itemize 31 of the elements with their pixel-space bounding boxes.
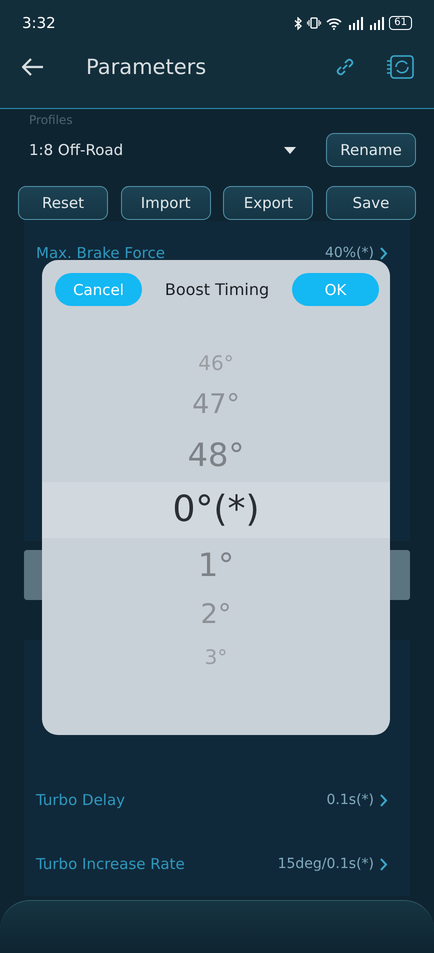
link-icon[interactable] xyxy=(334,56,356,78)
action-button[interactable]: Save xyxy=(326,186,416,220)
rename-button[interactable]: Rename xyxy=(326,133,416,167)
action-button[interactable]: Import xyxy=(120,186,211,220)
chip-refresh-icon[interactable] xyxy=(386,55,416,79)
chevron-icon xyxy=(380,246,388,260)
profile-dropdown[interactable]: 1:8 Off-Road xyxy=(18,141,300,159)
signal-icon xyxy=(347,16,364,30)
action-button[interactable]: Reset xyxy=(18,186,108,220)
chevron-icon xyxy=(380,858,388,870)
parameter-label: Turbo Delay xyxy=(36,791,126,809)
parameter-label: Turbo Increase Rate xyxy=(36,855,185,873)
caret-icon xyxy=(284,146,296,154)
parameter-row[interactable]: Turbo Increase Rate 15deg/0.1s(*) xyxy=(24,832,410,896)
parameter-label: Max. Brake Force xyxy=(36,244,165,262)
parameter-value: 15deg/0.1s(*) xyxy=(278,856,374,872)
status-time: 3:32 xyxy=(22,14,56,32)
parameter-value: 0.1s(*) xyxy=(326,792,374,808)
bluetooth-icon xyxy=(294,16,304,30)
page-title: Parameters xyxy=(86,55,208,79)
back-icon[interactable] xyxy=(22,58,44,76)
chevron-icon xyxy=(380,794,388,806)
battery-indicator: 61 xyxy=(389,16,412,30)
parameter-value: 40%(*) xyxy=(324,245,374,261)
wifi-icon xyxy=(325,16,344,30)
signal-icon xyxy=(368,16,386,30)
vibrate-icon xyxy=(307,17,322,29)
parameter-row[interactable]: Turbo Delay 0.1s(*) xyxy=(24,768,410,832)
profiles-label: Profiles xyxy=(29,113,74,127)
picker-option[interactable]: 0°(*) xyxy=(172,489,260,530)
action-button[interactable]: Export xyxy=(223,186,314,220)
